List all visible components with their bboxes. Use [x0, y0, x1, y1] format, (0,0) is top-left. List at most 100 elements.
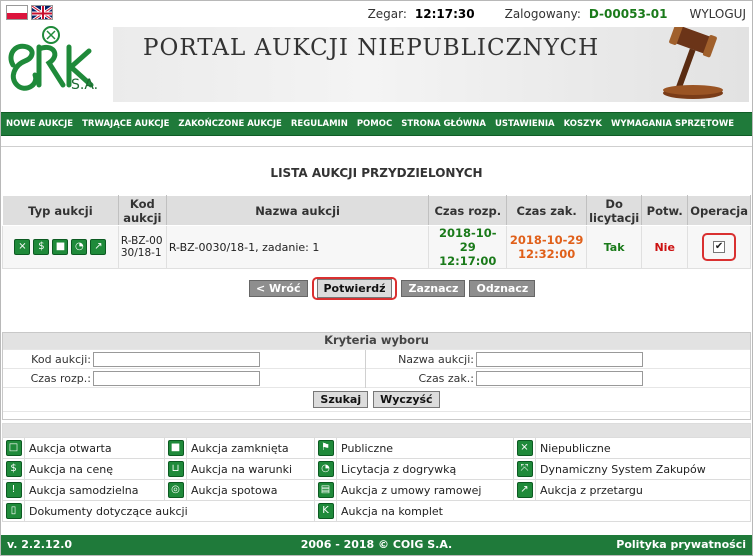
action-buttons: < Wróć Potwierdź Zaznacz Odznacz: [249, 277, 536, 300]
unlock-icon: □: [5, 440, 22, 456]
nav-help[interactable]: POMOC: [357, 119, 392, 129]
footer: v. 2.2.12.0 2006 - 2018 © COIG S.A. Poli…: [1, 535, 752, 555]
end-date: 2018-10-29: [509, 233, 584, 247]
document-icon: ▯: [5, 503, 22, 519]
table-row: ⨯ $ ■ ◔ ↗ R-BZ-0030/18-1 R-BZ-0030/18-1,…: [2, 225, 751, 269]
logged-label: Zalogowany:: [504, 7, 581, 21]
nav-divider: [1, 137, 752, 147]
to-bid-value: Tak: [586, 225, 643, 269]
col-start: Czas rozp.: [428, 195, 508, 226]
nav-home[interactable]: STRONA GŁÓWNA: [401, 119, 486, 129]
code-cell: R-BZ-0030/18-1: [117, 225, 167, 269]
confirm-button[interactable]: Potwierdź: [316, 279, 393, 298]
end-cell: 2018-10-29 12:32:00: [506, 225, 588, 269]
clear-button[interactable]: Wyczyść: [373, 391, 440, 408]
exclamation-icon: !: [5, 482, 22, 498]
clock-icon: ◔: [317, 461, 334, 477]
end-time: 12:32:00: [518, 247, 576, 261]
start-cell: 2018-10-29 12:17:00: [428, 225, 508, 269]
nav-rules[interactable]: REGULAMIN: [291, 119, 348, 129]
start-input[interactable]: [93, 370, 260, 386]
document-stack-icon: ▤: [317, 482, 334, 498]
arrow-out-icon: ↗: [90, 239, 107, 255]
back-button[interactable]: < Wróć: [249, 280, 308, 297]
clock-icon: ◔: [71, 239, 88, 255]
logout-link[interactable]: WYLOGUJ: [689, 7, 746, 21]
banner: PORTAL AUKCJI NIEPUBLICZNYCH: [113, 27, 749, 102]
deselect-all-button[interactable]: Odznacz: [469, 280, 536, 297]
spot-icon: ◎: [167, 482, 184, 498]
col-name: Nazwa aukcji: [165, 195, 430, 226]
criteria-row-1: Kod aukcji: Nazwa aukcji:: [3, 349, 750, 369]
select-checkbox[interactable]: ✔: [713, 241, 726, 253]
col-type: Typ aukcji: [2, 195, 119, 226]
legend-row: ! Aukcja samodzielna ◎ Aukcja spotowa ▤ …: [2, 479, 751, 501]
code-input[interactable]: [93, 351, 260, 367]
legend-label: Aukcja samodzielna: [24, 479, 165, 501]
col-operation: Operacja: [687, 195, 751, 226]
legend-label: Aukcja z przetargu: [535, 479, 751, 501]
header: Zegar: 12:17:30 Zalogowany: D-00053-01 W…: [1, 1, 752, 112]
table-header-row: Typ aukcji Kod aukcji Nazwa aukcji Czas …: [2, 195, 751, 226]
search-button[interactable]: Szukaj: [313, 391, 369, 408]
legend-header: [2, 423, 751, 438]
k-icon: K: [317, 503, 334, 519]
criss-cross-icon: ⨯: [516, 440, 533, 456]
logged-user: D-00053-01: [588, 7, 668, 21]
banner-title: PORTAL AUKCJI NIEPUBLICZNYCH: [143, 35, 600, 61]
nav-finished-auctions[interactable]: ZAKOŃCZONE AUKCJE: [178, 119, 281, 129]
nav-requirements[interactable]: WYMAGANIA SPRZĘTOWE: [611, 119, 734, 129]
legend-label: Niepubliczne: [535, 437, 751, 459]
flag-icon: ⚑: [317, 440, 334, 456]
legend-label: Aukcja z umowy ramowej: [336, 479, 514, 501]
clock-value: 12:17:30: [414, 7, 475, 21]
legend-label: Dokumenty dotyczące aukcji: [24, 500, 315, 522]
type-cell: ⨯ $ ■ ◔ ↗: [2, 225, 119, 269]
criteria-buttons: Szukaj Wyczyść: [3, 387, 750, 411]
legend-row: ▯ Dokumenty dotyczące aukcji K Aukcja na…: [2, 500, 751, 522]
cart-icon: ⊔: [167, 461, 184, 477]
auctions-table: Typ aukcji Kod aukcji Nazwa aukcji Czas …: [2, 195, 751, 269]
legend-label: Aukcja spotowa: [186, 479, 315, 501]
flag-pl-icon[interactable]: [6, 5, 28, 20]
nav-new-auctions[interactable]: NOWE AUKCJE: [6, 119, 73, 129]
language-flags: [6, 5, 53, 20]
legend-label: Aukcja na cenę: [24, 458, 165, 480]
gavel-icon: [663, 27, 723, 99]
confirm-highlight: Potwierdź: [311, 277, 398, 300]
legend-row: $ Aukcja na cenę ⊔ Aukcja na warunki ◔ L…: [2, 458, 751, 480]
col-to-bid: Do licytacji: [586, 195, 643, 226]
col-confirm: Potw.: [641, 195, 689, 226]
criss-cross-icon: ⨯: [14, 239, 31, 255]
code-label: Kod aukcji:: [31, 352, 91, 366]
nav-cart[interactable]: KOSZYK: [564, 119, 602, 129]
legend-label: Publiczne: [336, 437, 514, 459]
privacy-policy-link[interactable]: Polityka prywatności: [616, 538, 746, 551]
start-date: 2018-10-29: [438, 226, 497, 254]
name-input[interactable]: [476, 351, 643, 367]
arrow-out-icon: ↗: [516, 482, 533, 498]
legend-table: □ Aukcja otwarta ■ Aukcja zamknięta ⚑ Pu…: [2, 423, 751, 522]
legend-label: Dynamiczny System Zakupów: [535, 458, 751, 480]
lock-icon: ■: [52, 239, 69, 255]
criteria-footer: [3, 411, 750, 419]
legend-label: Aukcja otwarta: [24, 437, 165, 459]
flag-uk-icon[interactable]: [31, 5, 53, 20]
start-time: 12:17:00: [439, 254, 497, 268]
nav-ongoing-auctions[interactable]: TRWAJĄCE AUKCJE: [82, 119, 169, 129]
main-nav: NOWE AUKCJE TRWAJĄCE AUKCJE ZAKOŃCZONE A…: [1, 112, 752, 136]
end-input[interactable]: [476, 370, 643, 386]
confirm-status: Nie: [641, 225, 689, 269]
clock-label: Zegar:: [367, 7, 407, 21]
logo-sub: S.A.: [71, 77, 99, 93]
name-label: Nazwa aukcji:: [398, 352, 474, 366]
select-all-button[interactable]: Zaznacz: [401, 280, 466, 297]
dollar-icon: $: [5, 461, 22, 477]
legend-label: Licytacja z dogrywką: [336, 458, 514, 480]
nav-settings[interactable]: USTAWIENIA: [495, 119, 555, 129]
page-title: LISTA AUKCJI PRZYDZIELONYCH: [270, 166, 483, 180]
arrows-icon: ⤧: [516, 461, 533, 477]
legend-label: Aukcja na warunki: [186, 458, 315, 480]
name-cell[interactable]: R-BZ-0030/18-1, zadanie: 1: [165, 225, 430, 269]
legend-row: □ Aukcja otwarta ■ Aukcja zamknięta ⚑ Pu…: [2, 437, 751, 459]
